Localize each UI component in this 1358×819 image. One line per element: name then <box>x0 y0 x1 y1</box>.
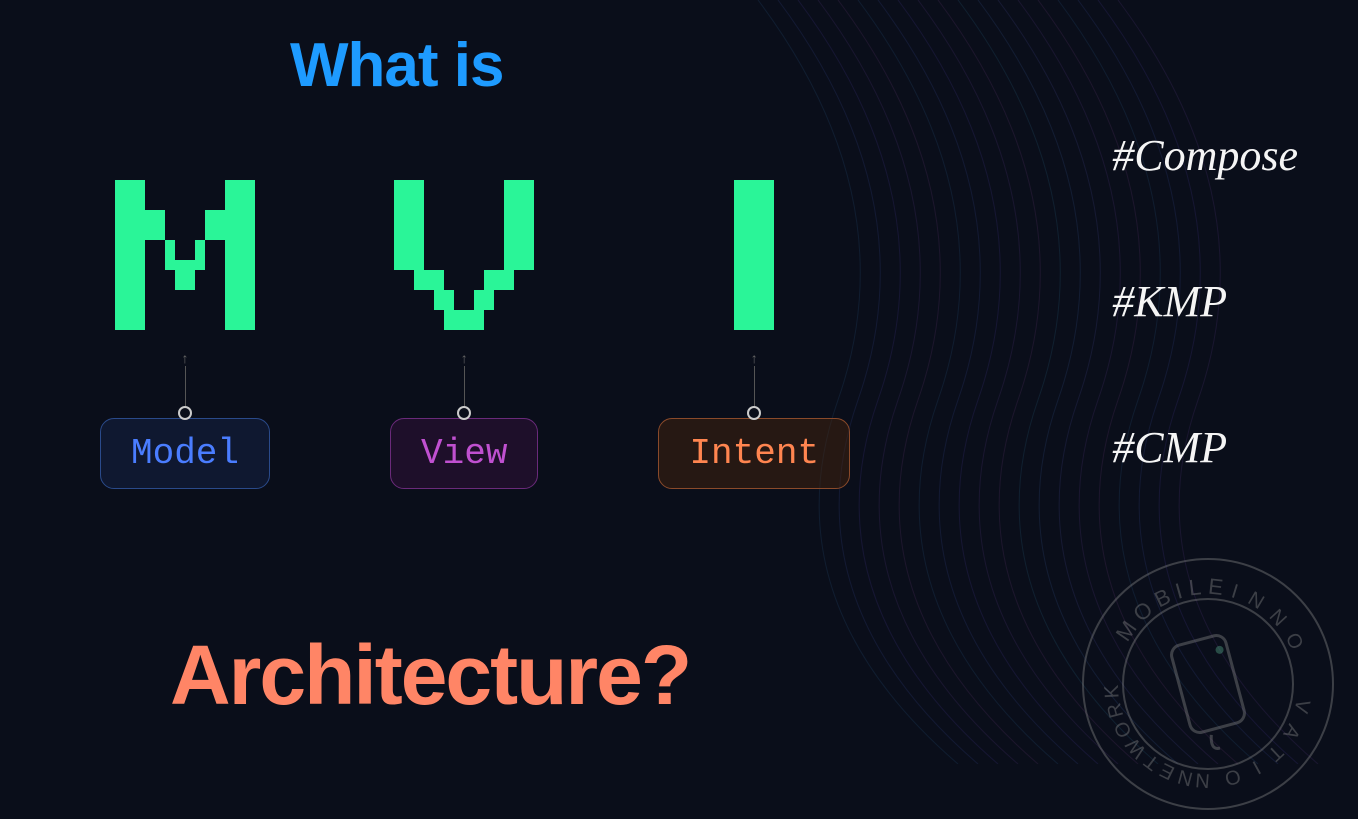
letter-v-icon <box>394 180 534 330</box>
letter-i-icon <box>734 180 774 330</box>
svg-text:V A T I O N: V A T I O N <box>1190 697 1313 792</box>
stamp-logo: MOBILE I N N O V A T I O N NETWORK <box>1078 554 1338 814</box>
label-view: View <box>390 418 538 489</box>
mvi-item-intent: ↑ Intent <box>658 180 850 489</box>
circle-icon <box>747 406 761 420</box>
tag-compose: #Compose <box>1112 130 1298 181</box>
arrow-up-icon: ↑ <box>461 350 468 366</box>
arrow-up-icon: ↑ <box>751 350 758 366</box>
connector: ↑ <box>178 350 192 420</box>
circle-icon <box>457 406 471 420</box>
heading-bottom: Architecture? <box>170 627 690 724</box>
letter-m-icon <box>115 180 255 330</box>
mvi-container: ↑ Model ↑ View <box>100 180 850 489</box>
arrow-up-icon: ↑ <box>182 350 189 366</box>
tag-kmp: #KMP <box>1112 276 1298 327</box>
connector: ↑ <box>747 350 761 420</box>
mvi-item-view: ↑ View <box>390 180 538 489</box>
label-model: Model <box>100 418 270 489</box>
heading-top: What is <box>290 30 503 101</box>
svg-text:I N N O: I N N O <box>1229 580 1309 655</box>
mvi-item-model: ↑ Model <box>100 180 270 489</box>
tags-list: #Compose #KMP #CMP <box>1112 130 1298 473</box>
tag-cmp: #CMP <box>1112 422 1298 473</box>
label-intent: Intent <box>658 418 850 489</box>
connector: ↑ <box>457 350 471 420</box>
circle-icon <box>178 406 192 420</box>
